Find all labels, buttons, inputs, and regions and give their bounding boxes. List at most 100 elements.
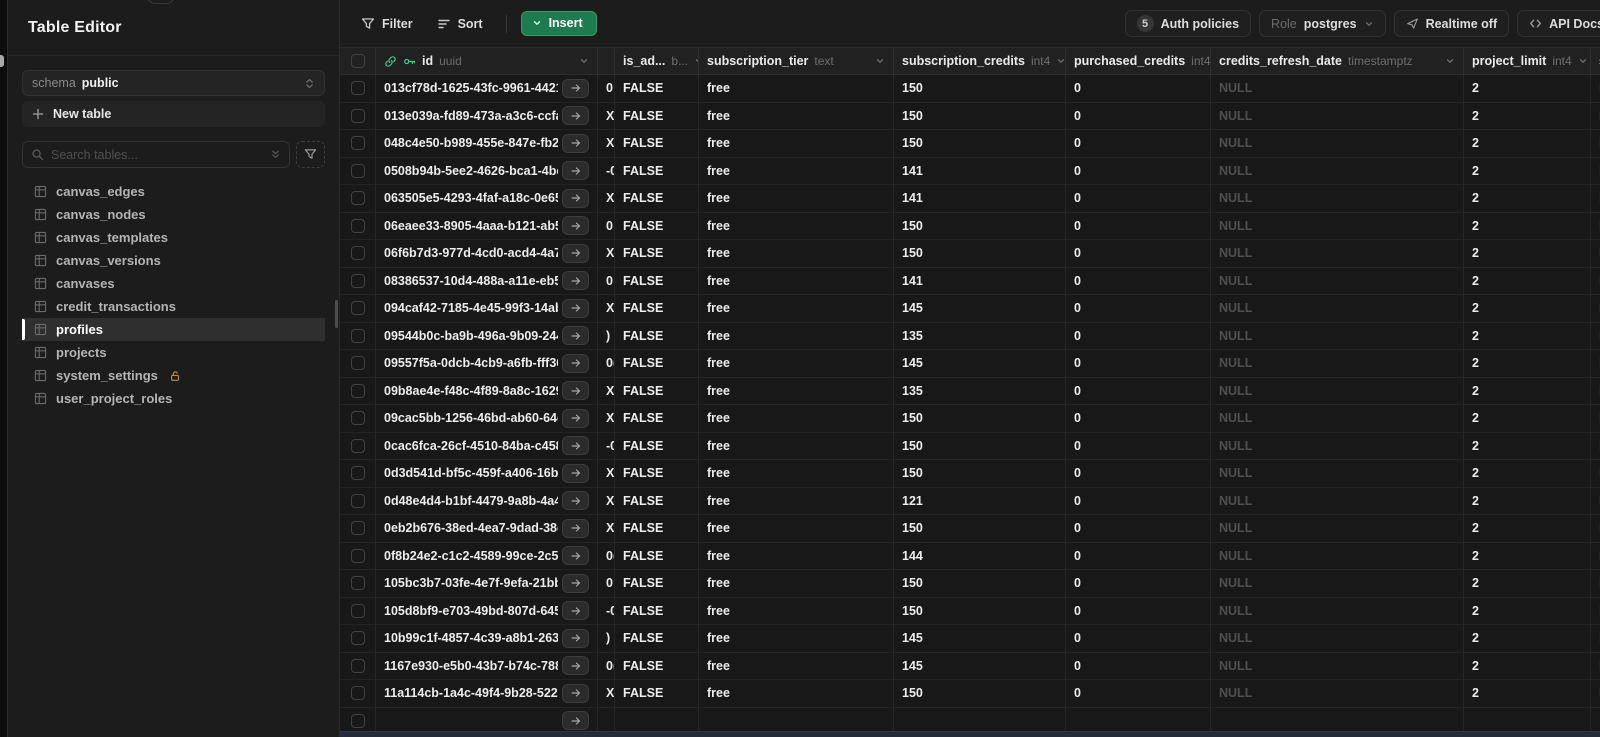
auth-policies-button[interactable]: 5 Auth policies: [1124, 10, 1252, 37]
expand-row-button[interactable]: [562, 491, 589, 511]
sidebar-item-projects[interactable]: projects: [22, 341, 325, 364]
chevron-down-icon[interactable]: [1445, 56, 1455, 66]
row-checkbox[interactable]: [350, 521, 365, 536]
column-header-project_limit[interactable]: project_limit int4: [1464, 48, 1591, 74]
row-checkbox[interactable]: [350, 576, 365, 591]
sidebar-item-canvas_templates[interactable]: canvas_templates: [22, 226, 325, 249]
expand-row-button[interactable]: [562, 683, 589, 703]
insert-button[interactable]: Insert: [520, 11, 597, 36]
expand-row-button[interactable]: [562, 133, 589, 153]
column-header-subscription_credits[interactable]: subscription_credits int4: [894, 48, 1066, 74]
expand-row-button[interactable]: [562, 381, 589, 401]
schema-select[interactable]: schema public: [22, 70, 325, 96]
expand-row-button[interactable]: [562, 628, 589, 648]
row-checkbox[interactable]: [350, 603, 365, 618]
row-checkbox[interactable]: [350, 466, 365, 481]
sidebar-scrollbar-thumb[interactable]: [335, 300, 338, 328]
expand-row-button[interactable]: [562, 656, 589, 676]
expand-row-button[interactable]: [562, 353, 589, 373]
expand-row-button[interactable]: [562, 188, 589, 208]
expand-row-button[interactable]: [562, 326, 589, 346]
expand-row-button[interactable]: [562, 463, 589, 483]
row-checkbox[interactable]: [350, 81, 365, 96]
sidebar-body: schema public New table Search tables...…: [8, 56, 339, 410]
cell-clip: ): [598, 625, 615, 652]
sidebar-item-system_settings[interactable]: system_settings: [22, 364, 325, 387]
column-header-is_admin[interactable]: is_ad... b...: [615, 48, 699, 74]
row-checkbox[interactable]: [350, 686, 365, 701]
cell-clip: X: [598, 185, 615, 212]
sidebar-item-canvas_nodes[interactable]: canvas_nodes: [22, 203, 325, 226]
realtime-toggle-button[interactable]: Realtime off: [1393, 10, 1510, 37]
sort-button[interactable]: Sort: [428, 12, 492, 36]
funnel-icon: [361, 17, 375, 31]
search-tables-input[interactable]: [51, 147, 263, 162]
role-select-button[interactable]: Role postgres: [1259, 10, 1386, 37]
cell-subscription_credits: 150: [894, 432, 1066, 459]
row-checkbox[interactable]: [350, 301, 365, 316]
column-header-id[interactable]: id uuid: [376, 48, 598, 74]
row-checkbox[interactable]: [350, 438, 365, 453]
expand-row-button[interactable]: [562, 298, 589, 318]
expand-row-button[interactable]: [562, 106, 589, 126]
row-checkbox[interactable]: [350, 108, 365, 123]
sidebar-item-canvases[interactable]: canvases: [22, 272, 325, 295]
row-checkbox[interactable]: [350, 658, 365, 673]
expand-row-button[interactable]: [562, 601, 589, 621]
chevron-down-icon[interactable]: [579, 56, 589, 66]
chevrons-up-down-icon: [304, 78, 315, 89]
expand-row-button[interactable]: [562, 546, 589, 566]
expand-row-button[interactable]: [562, 408, 589, 428]
uuid-value: 11a114cb-1a4c-49f4-9b28-52219ec...: [384, 686, 558, 701]
horizontal-scrollbar[interactable]: [340, 731, 1600, 737]
api-docs-button[interactable]: API Docs: [1517, 10, 1600, 37]
chevron-down-icon[interactable]: [1578, 56, 1588, 66]
column-header-credits_refresh_date[interactable]: credits_refresh_date timestamptz: [1211, 48, 1464, 74]
row-checkbox[interactable]: [350, 191, 365, 206]
filter-tables-button[interactable]: [296, 141, 325, 168]
sidebar-item-canvas_edges[interactable]: canvas_edges: [22, 180, 325, 203]
row-checkbox[interactable]: [350, 356, 365, 371]
column-header-clip[interactable]: [598, 48, 615, 74]
search-icon: [31, 148, 44, 161]
column-header-purchased_credits[interactable]: purchased_credits int4: [1066, 48, 1211, 74]
expand-row-button[interactable]: [562, 436, 589, 456]
expand-row-button[interactable]: [562, 711, 589, 731]
sidebar-item-canvas_versions[interactable]: canvas_versions: [22, 249, 325, 272]
cell-su: NULL: [1591, 268, 1600, 295]
row-checkbox[interactable]: [350, 713, 365, 728]
expand-row-button[interactable]: [562, 573, 589, 593]
row-checkbox[interactable]: [350, 631, 365, 646]
expand-row-button[interactable]: [562, 271, 589, 291]
column-header-subscription_tier[interactable]: subscription_tier text: [699, 48, 894, 74]
cell-credits_refresh_date: NULL: [1211, 212, 1464, 239]
chevron-down-icon[interactable]: [875, 56, 885, 66]
expand-row-button[interactable]: [562, 216, 589, 236]
sidebar-item-user_project_roles[interactable]: user_project_roles: [22, 387, 325, 410]
filter-button[interactable]: Filter: [352, 12, 422, 36]
row-checkbox[interactable]: [350, 136, 365, 151]
expand-row-button[interactable]: [562, 243, 589, 263]
chevron-down-icon[interactable]: [1056, 56, 1065, 66]
row-checkbox[interactable]: [350, 163, 365, 178]
row-checkbox[interactable]: [350, 383, 365, 398]
table-name-label: canvas_nodes: [56, 207, 146, 222]
row-checkbox[interactable]: [350, 273, 365, 288]
column-header-su[interactable]: su: [1591, 48, 1600, 74]
sidebar-item-credit_transactions[interactable]: credit_transactions: [22, 295, 325, 318]
row-checkbox[interactable]: [350, 548, 365, 563]
expand-row-button[interactable]: [562, 78, 589, 98]
expand-row-button[interactable]: [562, 161, 589, 181]
sidebar-item-profiles[interactable]: profiles: [22, 318, 325, 341]
cell-credits_refresh_date: NULL: [1211, 487, 1464, 514]
expand-row-button[interactable]: [562, 518, 589, 538]
row-checkbox[interactable]: [350, 411, 365, 426]
row-checkbox[interactable]: [350, 218, 365, 233]
row-checkbox[interactable]: [350, 493, 365, 508]
cell-subscription_credits: 150: [894, 680, 1066, 707]
row-checkbox[interactable]: [350, 328, 365, 343]
select-all-checkbox[interactable]: [350, 54, 365, 68]
new-table-button[interactable]: New table: [22, 101, 325, 127]
row-checkbox[interactable]: [350, 246, 365, 261]
cell-clip: -0: [598, 432, 615, 459]
